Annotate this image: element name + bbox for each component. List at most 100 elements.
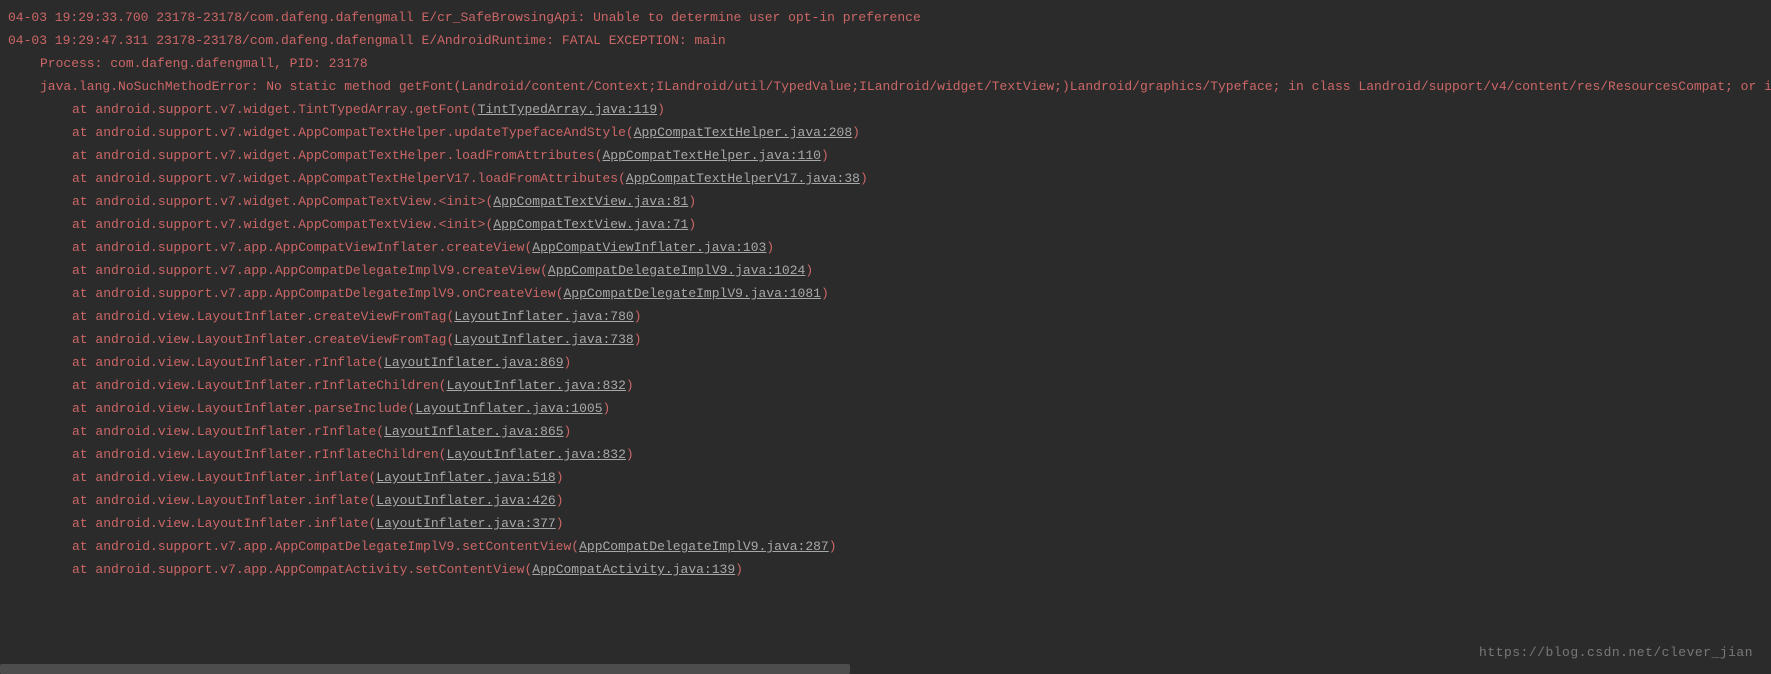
stack-frame: at android.support.v7.app.AppCompatDeleg… — [8, 282, 1763, 305]
paren-close: ) — [564, 424, 572, 439]
source-link[interactable]: LayoutInflater.java:426 — [376, 493, 555, 508]
paren-close: ) — [688, 217, 696, 232]
paren-open: ( — [376, 355, 384, 370]
source-link[interactable]: LayoutInflater.java:377 — [376, 516, 555, 531]
paren-close: ) — [766, 240, 774, 255]
source-link[interactable]: AppCompatTextView.java:71 — [493, 217, 688, 232]
source-link[interactable]: AppCompatViewInflater.java:103 — [532, 240, 766, 255]
stack-frame: at android.support.v7.widget.AppCompatTe… — [8, 190, 1763, 213]
stack-frame: at android.view.LayoutInflater.inflate(L… — [8, 512, 1763, 535]
horizontal-scrollbar[interactable] — [0, 664, 850, 674]
stack-frame: at android.view.LayoutInflater.rInflateC… — [8, 374, 1763, 397]
logcat-output[interactable]: 04-03 19:29:33.700 23178-23178/com.dafen… — [8, 6, 1763, 581]
paren-open: ( — [571, 539, 579, 554]
paren-close: ) — [556, 516, 564, 531]
stack-at-text: at android.support.v7.app.AppCompatViewI… — [72, 240, 524, 255]
paren-open: ( — [626, 125, 634, 140]
stack-frame: at android.support.v7.widget.AppCompatTe… — [8, 144, 1763, 167]
paren-close: ) — [805, 263, 813, 278]
stack-at-text: at android.view.LayoutInflater.rInflate — [72, 355, 376, 370]
stack-at-text: at android.support.v7.widget.AppCompatTe… — [72, 148, 595, 163]
log-text: 04-03 19:29:47.311 23178-23178/com.dafen… — [8, 33, 726, 48]
paren-close: ) — [735, 562, 743, 577]
paren-open: ( — [540, 263, 548, 278]
stack-at-text: at android.support.v7.widget.TintTypedAr… — [72, 102, 470, 117]
stack-frame: at android.view.LayoutInflater.inflate(L… — [8, 489, 1763, 512]
source-link[interactable]: AppCompatDelegateImplV9.java:1081 — [564, 286, 821, 301]
stack-at-text: at android.support.v7.app.AppCompatDeleg… — [72, 286, 556, 301]
paren-close: ) — [626, 378, 634, 393]
stack-frame: at android.view.LayoutInflater.rInflate(… — [8, 420, 1763, 443]
source-link[interactable]: AppCompatTextHelperV17.java:38 — [626, 171, 860, 186]
stack-at-text: at android.support.v7.app.AppCompatActiv… — [72, 562, 524, 577]
paren-close: ) — [657, 102, 665, 117]
stack-frame: at android.support.v7.app.AppCompatActiv… — [8, 558, 1763, 581]
paren-close: ) — [829, 539, 837, 554]
stack-frame: at android.view.LayoutInflater.createVie… — [8, 305, 1763, 328]
paren-close: ) — [603, 401, 611, 416]
source-link[interactable]: AppCompatTextView.java:81 — [493, 194, 688, 209]
stack-at-text: at android.view.LayoutInflater.parseIncl… — [72, 401, 407, 416]
stack-at-text: at android.support.v7.app.AppCompatDeleg… — [72, 539, 571, 554]
paren-close: ) — [852, 125, 860, 140]
paren-close: ) — [821, 148, 829, 163]
stack-at-text: at android.support.v7.app.AppCompatDeleg… — [72, 263, 540, 278]
paren-close: ) — [688, 194, 696, 209]
source-link[interactable]: AppCompatDelegateImplV9.java:287 — [579, 539, 829, 554]
paren-close: ) — [634, 309, 642, 324]
paren-close: ) — [860, 171, 868, 186]
source-link[interactable]: LayoutInflater.java:518 — [376, 470, 555, 485]
stack-at-text: at android.support.v7.widget.AppCompatTe… — [72, 217, 485, 232]
source-link[interactable]: LayoutInflater.java:869 — [384, 355, 563, 370]
stack-frame: at android.view.LayoutInflater.createVie… — [8, 328, 1763, 351]
paren-close: ) — [626, 447, 634, 462]
source-link[interactable]: AppCompatTextHelper.java:110 — [603, 148, 821, 163]
stack-at-text: at android.view.LayoutInflater.inflate — [72, 493, 368, 508]
source-link[interactable]: TintTypedArray.java:119 — [478, 102, 657, 117]
paren-close: ) — [556, 493, 564, 508]
log-line: java.lang.NoSuchMethodError: No static m… — [8, 75, 1763, 98]
source-link[interactable]: AppCompatActivity.java:139 — [532, 562, 735, 577]
stack-frame: at android.support.v7.app.AppCompatDeleg… — [8, 535, 1763, 558]
stack-at-text: at android.view.LayoutInflater.rInflateC… — [72, 447, 439, 462]
stack-at-text: at android.view.LayoutInflater.createVie… — [72, 309, 446, 324]
stack-frame: at android.support.v7.app.AppCompatViewI… — [8, 236, 1763, 259]
paren-close: ) — [556, 470, 564, 485]
stack-frame: at android.view.LayoutInflater.inflate(L… — [8, 466, 1763, 489]
stack-frame: at android.support.v7.widget.AppCompatTe… — [8, 213, 1763, 236]
stack-frame: at android.support.v7.widget.AppCompatTe… — [8, 121, 1763, 144]
log-text: Process: com.dafeng.dafengmall, PID: 231… — [40, 56, 368, 71]
log-line: Process: com.dafeng.dafengmall, PID: 231… — [8, 52, 1763, 75]
source-link[interactable]: LayoutInflater.java:1005 — [415, 401, 602, 416]
paren-open: ( — [556, 286, 564, 301]
log-line: 04-03 19:29:33.700 23178-23178/com.dafen… — [8, 6, 1763, 29]
stack-frame: at android.view.LayoutInflater.rInflate(… — [8, 351, 1763, 374]
source-link[interactable]: LayoutInflater.java:832 — [446, 378, 625, 393]
log-text: java.lang.NoSuchMethodError: No static m… — [40, 79, 1771, 94]
paren-open: ( — [470, 102, 478, 117]
stack-at-text: at android.support.v7.widget.AppCompatTe… — [72, 125, 626, 140]
stack-frame: at android.support.v7.app.AppCompatDeleg… — [8, 259, 1763, 282]
stack-at-text: at android.view.LayoutInflater.rInflateC… — [72, 378, 439, 393]
stack-frame: at android.view.LayoutInflater.rInflateC… — [8, 443, 1763, 466]
stack-frame: at android.support.v7.widget.TintTypedAr… — [8, 98, 1763, 121]
stack-at-text: at android.view.LayoutInflater.inflate — [72, 516, 368, 531]
stack-at-text: at android.support.v7.widget.AppCompatTe… — [72, 194, 485, 209]
stack-at-text: at android.view.LayoutInflater.createVie… — [72, 332, 446, 347]
stack-at-text: at android.view.LayoutInflater.inflate — [72, 470, 368, 485]
stack-at-text: at android.support.v7.widget.AppCompatTe… — [72, 171, 618, 186]
stack-frame: at android.view.LayoutInflater.parseIncl… — [8, 397, 1763, 420]
paren-open: ( — [376, 424, 384, 439]
source-link[interactable]: LayoutInflater.java:738 — [454, 332, 633, 347]
source-link[interactable]: LayoutInflater.java:832 — [446, 447, 625, 462]
source-link[interactable]: AppCompatDelegateImplV9.java:1024 — [548, 263, 805, 278]
paren-open: ( — [595, 148, 603, 163]
watermark-text: https://blog.csdn.net/clever_jian — [1479, 641, 1753, 664]
paren-close: ) — [821, 286, 829, 301]
source-link[interactable]: LayoutInflater.java:780 — [454, 309, 633, 324]
stack-at-text: at android.view.LayoutInflater.rInflate — [72, 424, 376, 439]
source-link[interactable]: AppCompatTextHelper.java:208 — [634, 125, 852, 140]
source-link[interactable]: LayoutInflater.java:865 — [384, 424, 563, 439]
paren-close: ) — [634, 332, 642, 347]
stack-frame: at android.support.v7.widget.AppCompatTe… — [8, 167, 1763, 190]
